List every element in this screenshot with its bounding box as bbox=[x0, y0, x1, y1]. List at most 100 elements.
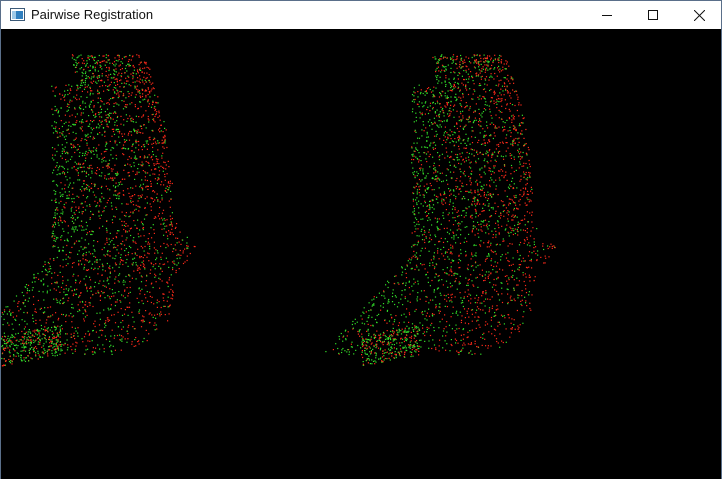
left-view-cloud-point bbox=[76, 195, 78, 197]
left-view-cloud-point bbox=[105, 160, 107, 162]
left-view-cloud-point bbox=[122, 93, 125, 95]
left-view-cloud-point bbox=[15, 344, 17, 346]
left-view-cloud-point bbox=[149, 291, 151, 293]
left-view-cloud-point bbox=[73, 201, 75, 203]
left-view-cloud-point bbox=[89, 205, 91, 207]
left-view-cloud-point bbox=[74, 219, 76, 221]
right-view-cloud-point bbox=[481, 70, 483, 72]
maximize-button[interactable] bbox=[630, 1, 676, 29]
right-view-cloud-point bbox=[535, 253, 537, 255]
right-view-cloud-point bbox=[530, 260, 532, 262]
left-view-cloud-point bbox=[130, 234, 132, 237]
left-view-cloud-point bbox=[77, 86, 79, 88]
left-view-cloud-point bbox=[85, 171, 87, 173]
left-view-cloud-point bbox=[86, 154, 88, 156]
left-view-cloud-point bbox=[67, 290, 69, 292]
right-view-cloud-point bbox=[473, 89, 475, 91]
left-view-cloud-point bbox=[49, 306, 52, 308]
minimize-button[interactable] bbox=[584, 1, 630, 29]
right-view-cloud-point bbox=[506, 224, 508, 226]
right-view-cloud-point bbox=[441, 153, 443, 155]
right-view-cloud-point bbox=[460, 57, 463, 59]
left-view-cloud-point bbox=[162, 131, 164, 133]
left-view-cloud-point bbox=[105, 150, 107, 152]
right-view-cloud-point bbox=[484, 204, 486, 206]
left-view-cloud-point bbox=[74, 242, 76, 244]
left-view-cloud-point bbox=[132, 72, 135, 74]
left-view-cloud-point bbox=[143, 157, 145, 159]
right-view-cloud-point bbox=[518, 327, 520, 329]
left-view-cloud-point bbox=[31, 334, 33, 336]
left-view-cloud-point bbox=[42, 351, 44, 353]
left-view-cloud-point bbox=[120, 259, 122, 261]
right-view-cloud-point bbox=[518, 125, 520, 127]
left-view-cloud-point bbox=[80, 82, 82, 84]
left-view-cloud-point bbox=[104, 243, 106, 245]
left-view-cloud-point bbox=[68, 191, 70, 193]
right-view-cloud-point bbox=[450, 251, 452, 254]
left-view-cloud-point bbox=[38, 290, 40, 292]
left-view-cloud-point bbox=[127, 75, 129, 77]
right-view-cloud-point bbox=[474, 353, 476, 355]
left-view-cloud-point bbox=[100, 61, 102, 64]
left-view-cloud-point bbox=[40, 307, 42, 309]
right-view-cloud-point bbox=[510, 132, 512, 134]
right-view-cloud-point bbox=[434, 217, 436, 219]
right-view-cloud-point bbox=[449, 142, 451, 144]
left-view-cloud-point bbox=[71, 228, 73, 230]
left-view-cloud-point bbox=[49, 258, 51, 260]
left-view-cloud-point bbox=[104, 119, 106, 121]
right-view-cloud-point bbox=[510, 328, 512, 330]
left-view-cloud-point bbox=[134, 253, 136, 255]
right-view-cloud-point bbox=[422, 313, 424, 316]
right-view-cloud-point bbox=[485, 292, 487, 294]
right-view-cloud-point bbox=[429, 237, 431, 239]
right-view-cloud-point bbox=[503, 164, 506, 166]
close-button[interactable] bbox=[676, 1, 722, 29]
right-view-cloud-point bbox=[458, 130, 460, 133]
left-view-cloud-point bbox=[132, 195, 134, 197]
right-view-cloud-point bbox=[411, 349, 413, 351]
render-viewport[interactable] bbox=[1, 29, 721, 479]
left-view-cloud-point bbox=[166, 243, 168, 245]
right-view-cloud-point bbox=[461, 315, 463, 317]
right-view-cloud-point bbox=[501, 111, 503, 113]
left-view-cloud-point bbox=[136, 269, 138, 271]
left-view-cloud-point bbox=[104, 270, 106, 272]
right-view-cloud-point bbox=[507, 245, 509, 247]
left-view-cloud-point bbox=[85, 71, 87, 73]
right-view-cloud-point bbox=[486, 184, 488, 186]
left-view-cloud-point bbox=[39, 335, 41, 337]
right-view-cloud-point bbox=[425, 101, 427, 103]
left-view-cloud-point bbox=[13, 354, 15, 356]
left-view-cloud-point bbox=[28, 329, 30, 331]
right-view-cloud-point bbox=[455, 180, 457, 182]
right-view-cloud-point bbox=[458, 145, 460, 147]
right-view-cloud-point bbox=[421, 247, 423, 249]
right-view-cloud-point bbox=[503, 82, 505, 84]
left-view-cloud-point bbox=[73, 182, 75, 184]
left-view-cloud-point bbox=[65, 161, 67, 163]
left-view-cloud-point bbox=[75, 293, 77, 295]
right-view-cloud-point bbox=[437, 152, 439, 154]
right-view-cloud-point bbox=[396, 342, 398, 344]
right-view-cloud-point bbox=[332, 349, 334, 351]
left-view-cloud-point bbox=[55, 351, 57, 353]
right-view-cloud-point bbox=[454, 280, 457, 282]
right-view-cloud-point bbox=[398, 322, 400, 324]
right-view-cloud-point bbox=[455, 96, 457, 98]
right-view-cloud-point bbox=[511, 269, 513, 272]
left-view-cloud-point bbox=[164, 314, 166, 316]
left-view-cloud-point bbox=[111, 170, 113, 172]
right-view-cloud-point bbox=[358, 329, 360, 331]
left-view-cloud-point bbox=[28, 290, 31, 292]
left-view-cloud-point bbox=[74, 213, 76, 215]
left-view-cloud-point bbox=[88, 190, 90, 192]
right-view-cloud-point bbox=[460, 163, 462, 165]
right-view-cloud-point bbox=[497, 152, 500, 154]
left-view-cloud-point bbox=[11, 363, 13, 365]
right-view-cloud-point bbox=[499, 98, 501, 100]
left-view-cloud-point bbox=[93, 147, 95, 149]
title-bar[interactable]: Pairwise Registration bbox=[1, 1, 721, 29]
left-view-cloud-point bbox=[142, 341, 144, 343]
